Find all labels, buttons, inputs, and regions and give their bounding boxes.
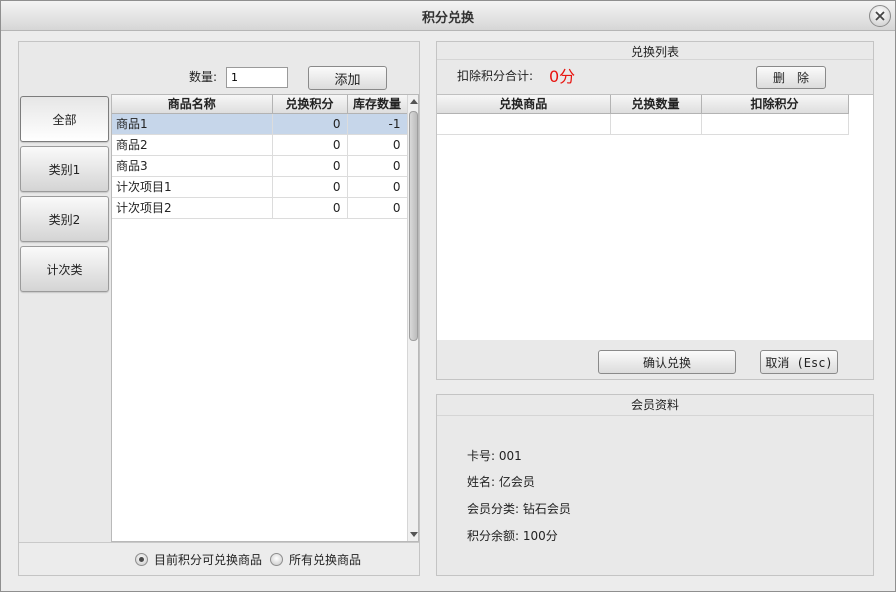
cell-name: 计次项目1 (112, 176, 273, 198)
points-exchange-window: 积分兑换 数量: 添加 全部 类别1 类别2 计次类 商品名称 兑换积分 库存数… (0, 0, 896, 592)
radio-selected-indicator (135, 553, 148, 566)
cell-quantity (610, 113, 702, 135)
deduct-total-label: 扣除积分合计: (457, 69, 534, 83)
member-name: 姓名: 亿会员 (467, 475, 535, 489)
delete-button[interactable]: 删 除 (756, 66, 826, 89)
arrow-down-icon[interactable] (410, 530, 418, 538)
column-header-quantity[interactable]: 兑换数量 (610, 95, 702, 114)
cell-points: 0 (272, 155, 348, 177)
cell-points: 0 (272, 176, 348, 198)
category-all-button[interactable]: 全部 (20, 96, 109, 142)
cell-stock: 0 (347, 197, 408, 219)
add-button[interactable]: 添加 (308, 66, 387, 90)
cell-points: 0 (272, 113, 348, 135)
category-count-button[interactable]: 计次类 (20, 246, 109, 292)
radio-all-products-label: 所有兑换商品 (289, 553, 362, 567)
member-points-balance: 积分余额: 100分 (467, 529, 558, 543)
close-icon (875, 11, 885, 21)
confirm-exchange-button[interactable]: 确认兑换 (598, 350, 736, 374)
product-panel: 数量: 添加 全部 类别1 类别2 计次类 商品名称 兑换积分 库存数量 商品1 (18, 41, 420, 576)
table-row[interactable]: 计次项目1 0 0 (112, 176, 408, 198)
exchange-list-title: 兑换列表 (630, 45, 679, 59)
cell-points: 0 (272, 134, 348, 156)
table-header-row: 商品名称 兑换积分 库存数量 (112, 95, 408, 114)
scrollbar-thumb[interactable] (409, 111, 418, 341)
exchange-table: 兑换商品 兑换数量 扣除积分 (437, 94, 873, 340)
section-divider (437, 59, 873, 60)
cell-name: 商品1 (112, 113, 273, 135)
cell-points: 0 (272, 197, 348, 219)
close-button[interactable] (869, 5, 891, 27)
title-bar: 积分兑换 (1, 1, 895, 31)
member-card-number: 卡号: 001 (467, 449, 522, 463)
quantity-label: 数量: (189, 70, 218, 84)
member-category: 会员分类: 钻石会员 (467, 502, 571, 516)
cell-deduct (701, 113, 849, 135)
member-info-title: 会员资料 (630, 398, 679, 412)
table-row[interactable]: 商品3 0 0 (112, 155, 408, 177)
cell-name: 计次项目2 (112, 197, 273, 219)
radio-current-points[interactable]: 目前积分可兑换商品 (135, 551, 262, 568)
cell-name: 商品3 (112, 155, 273, 177)
quantity-input[interactable] (226, 67, 288, 88)
table-header-row: 兑换商品 兑换数量 扣除积分 (437, 95, 849, 114)
column-header-product[interactable]: 兑换商品 (437, 95, 611, 114)
deduct-total-value: 0分 (549, 67, 576, 86)
column-header-points[interactable]: 兑换积分 (272, 95, 348, 114)
table-row[interactable]: 商品2 0 0 (112, 134, 408, 156)
cell-product (437, 113, 611, 135)
section-divider (437, 415, 873, 416)
column-header-deduct[interactable]: 扣除积分 (701, 95, 849, 114)
category-1-button[interactable]: 类别1 (20, 146, 109, 192)
member-info-panel: 会员资料 卡号: 001 姓名: 亿会员 会员分类: 钻石会员 积分余额: 10… (436, 394, 874, 576)
radio-indicator (270, 553, 283, 566)
radio-current-points-label: 目前积分可兑换商品 (154, 553, 263, 567)
radio-all-products[interactable]: 所有兑换商品 (270, 551, 361, 568)
table-row[interactable] (437, 113, 849, 135)
category-2-button[interactable]: 类别2 (20, 196, 109, 242)
column-header-stock[interactable]: 库存数量 (347, 95, 408, 114)
column-header-name[interactable]: 商品名称 (112, 95, 273, 114)
product-table: 商品名称 兑换积分 库存数量 商品1 0 -1 商品2 0 0 商品3 0 0 … (111, 94, 419, 542)
filter-radio-group: 目前积分可兑换商品 所有兑换商品 (19, 542, 419, 575)
window-title: 积分兑换 (421, 11, 474, 26)
cell-stock: -1 (347, 113, 408, 135)
cell-stock: 0 (347, 134, 408, 156)
vertical-scrollbar[interactable] (407, 95, 418, 541)
exchange-list-panel: 兑换列表 扣除积分合计: 0分 删 除 兑换商品 兑换数量 扣除积分 确认兑换 … (436, 41, 874, 380)
cell-stock: 0 (347, 176, 408, 198)
arrow-up-icon[interactable] (410, 98, 418, 106)
cell-name: 商品2 (112, 134, 273, 156)
cancel-button[interactable]: 取消 (Esc) (760, 350, 838, 374)
cell-stock: 0 (347, 155, 408, 177)
table-row[interactable]: 商品1 0 -1 (112, 113, 408, 135)
table-row[interactable]: 计次项目2 0 0 (112, 197, 408, 219)
